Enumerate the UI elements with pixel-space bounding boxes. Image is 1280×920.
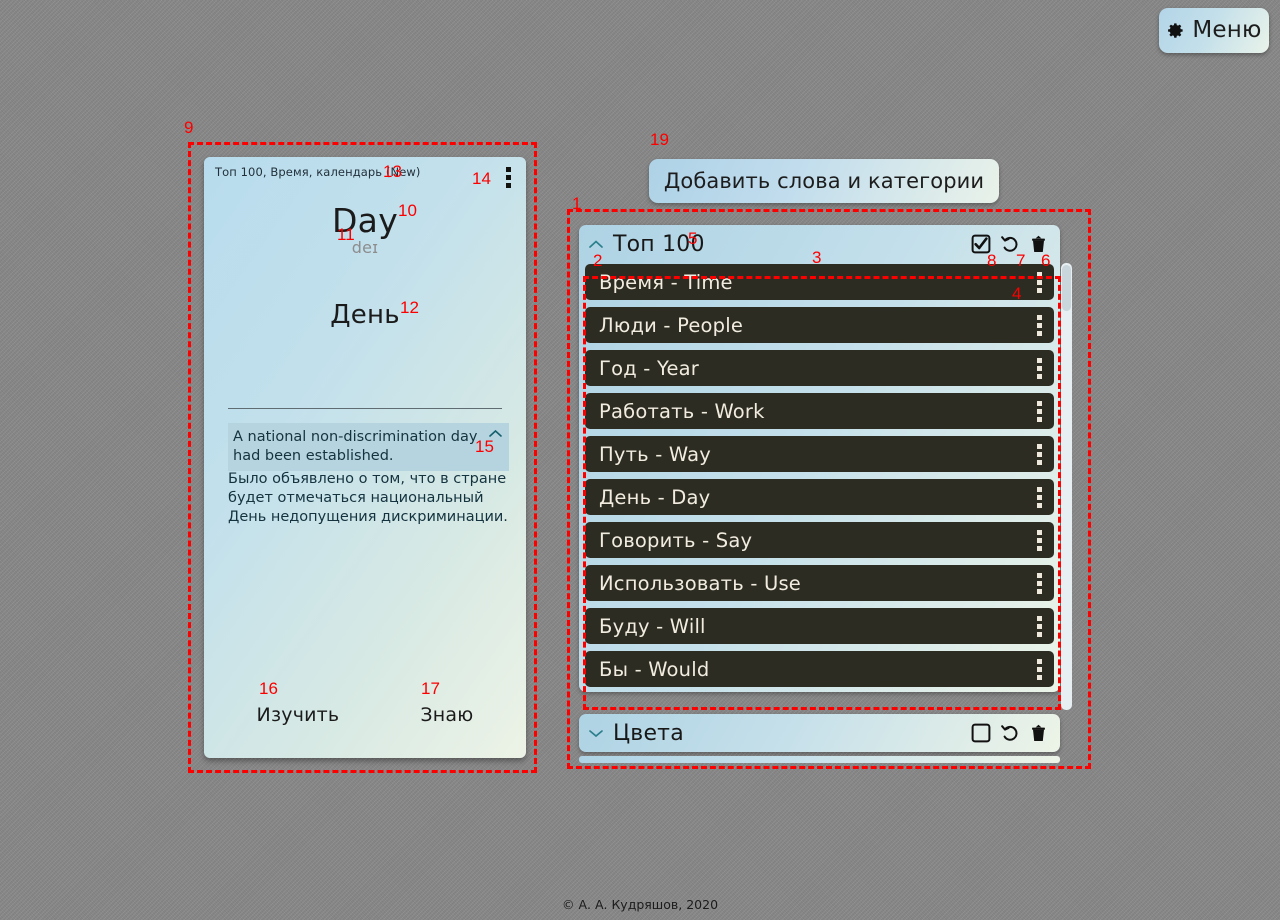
word-list-item-kebab-menu-icon[interactable] — [1034, 528, 1045, 553]
flashcard-sentence-english-text: A national non-discrimination day had be… — [233, 429, 478, 464]
footer-copyright: © А. А. Кудряшов, 2020 — [561, 897, 719, 912]
annotation-number-9: 9 — [184, 118, 194, 137]
word-list-item-label: Бы - Would — [599, 657, 710, 681]
word-list-item-kebab-menu-icon[interactable] — [1034, 571, 1045, 596]
word-list-item-kebab-menu-icon[interactable] — [1034, 399, 1045, 424]
category-top100-title: Топ 100 — [613, 231, 705, 257]
chevron-up-icon[interactable] — [489, 429, 502, 438]
word-list-item-kebab-menu-icon[interactable] — [1034, 356, 1045, 381]
category-top100-header[interactable]: Топ 100 — [579, 225, 1060, 263]
annotation-number-1: 1 — [572, 194, 582, 213]
word-list: Время - Time Люди - People Год - Year Работ… — [579, 263, 1060, 692]
flashcard-translation: День — [330, 300, 400, 330]
category-colors-icons — [971, 723, 1048, 743]
word-list-item[interactable]: Работать - Work — [585, 393, 1054, 429]
undo-icon[interactable] — [1000, 723, 1020, 743]
word-list-item-kebab-menu-icon[interactable] — [1034, 657, 1045, 682]
word-list-item[interactable]: Год - Year — [585, 350, 1054, 386]
flashcard-transcription: deɪ — [351, 237, 379, 257]
category-top100-icons — [971, 234, 1048, 254]
word-list-item[interactable]: Люди - People — [585, 307, 1054, 343]
flashcard-sentence-english[interactable]: A national non-discrimination day had be… — [228, 423, 509, 472]
word-list-scrollbar-thumb[interactable] — [1062, 265, 1071, 311]
chevron-up-icon[interactable] — [588, 239, 604, 249]
word-list-item-label: Говорить - Say — [599, 528, 753, 552]
flashcard-word-block: Day deɪ — [204, 201, 526, 257]
word-list-item-label: Использовать - Use — [599, 571, 801, 595]
flashcard-divider — [228, 408, 502, 409]
checkbox-checked-icon[interactable] — [971, 234, 991, 254]
word-list-item-label: Путь - Way — [599, 442, 712, 466]
gear-icon — [1166, 21, 1185, 40]
flashcard-actions: Изучить Знаю — [204, 704, 526, 726]
panel-bottom-strip — [579, 756, 1060, 763]
word-list-item-kebab-menu-icon[interactable] — [1034, 313, 1045, 338]
menu-button[interactable]: Меню — [1159, 8, 1269, 53]
category-top100: Топ 100 Время - Time Люди - People Год - Y… — [579, 225, 1060, 692]
word-list-item-kebab-menu-icon[interactable] — [1034, 614, 1045, 639]
trash-icon[interactable] — [1029, 234, 1048, 254]
word-list-item-label: Люди - People — [599, 313, 744, 337]
add-words-and-categories-label: Добавить слова и категории — [663, 169, 985, 193]
word-list-scrollbar[interactable] — [1061, 263, 1072, 710]
flashcard[interactable]: Топ 100, Время, календарь (New) Day deɪ … — [204, 157, 526, 758]
flashcard-sentence-russian: Было объявлено о том, что в стране будет… — [228, 471, 508, 526]
menu-button-label: Меню — [1192, 17, 1262, 43]
add-words-and-categories-button[interactable]: Добавить слова и категории — [649, 159, 999, 203]
word-list-item[interactable]: Использовать - Use — [585, 565, 1054, 601]
word-list-item[interactable]: Говорить - Say — [585, 522, 1054, 558]
learn-button[interactable]: Изучить — [257, 704, 340, 726]
checkbox-unchecked-icon[interactable] — [971, 723, 991, 743]
word-list-item-kebab-menu-icon[interactable] — [1034, 442, 1045, 467]
category-colors: Цвета — [579, 714, 1060, 752]
chevron-down-icon[interactable] — [588, 728, 604, 738]
word-list-item[interactable]: Бы - Would — [585, 651, 1054, 687]
trash-icon[interactable] — [1029, 723, 1048, 743]
flashcard-kebab-menu-icon[interactable] — [503, 165, 514, 190]
word-list-item-label: Работать - Work — [599, 399, 765, 423]
flashcard-breadcrumb: Топ 100, Время, календарь (New) — [215, 165, 421, 179]
word-list-item[interactable]: Время - Time — [585, 264, 1054, 300]
word-list-item[interactable]: День - Day — [585, 479, 1054, 515]
word-list-item-kebab-menu-icon[interactable] — [1034, 270, 1045, 295]
category-colors-title: Цвета — [613, 720, 684, 746]
annotation-number-19: 19 — [650, 130, 669, 149]
word-list-item-label: Время - Time — [599, 270, 733, 294]
know-button[interactable]: Знаю — [420, 704, 473, 726]
word-list-item[interactable]: Буду - Will — [585, 608, 1054, 644]
word-list-item-label: Буду - Will — [599, 614, 706, 638]
flashcard-word: Day — [331, 201, 399, 240]
word-list-item[interactable]: Путь - Way — [585, 436, 1054, 472]
word-list-item-kebab-menu-icon[interactable] — [1034, 485, 1045, 510]
word-list-item-label: Год - Year — [599, 356, 700, 380]
word-list-item-label: День - Day — [599, 485, 711, 509]
category-colors-header[interactable]: Цвета — [579, 714, 1060, 752]
undo-icon[interactable] — [1000, 234, 1020, 254]
flashcard-topbar: Топ 100, Время, календарь (New) — [204, 157, 526, 193]
